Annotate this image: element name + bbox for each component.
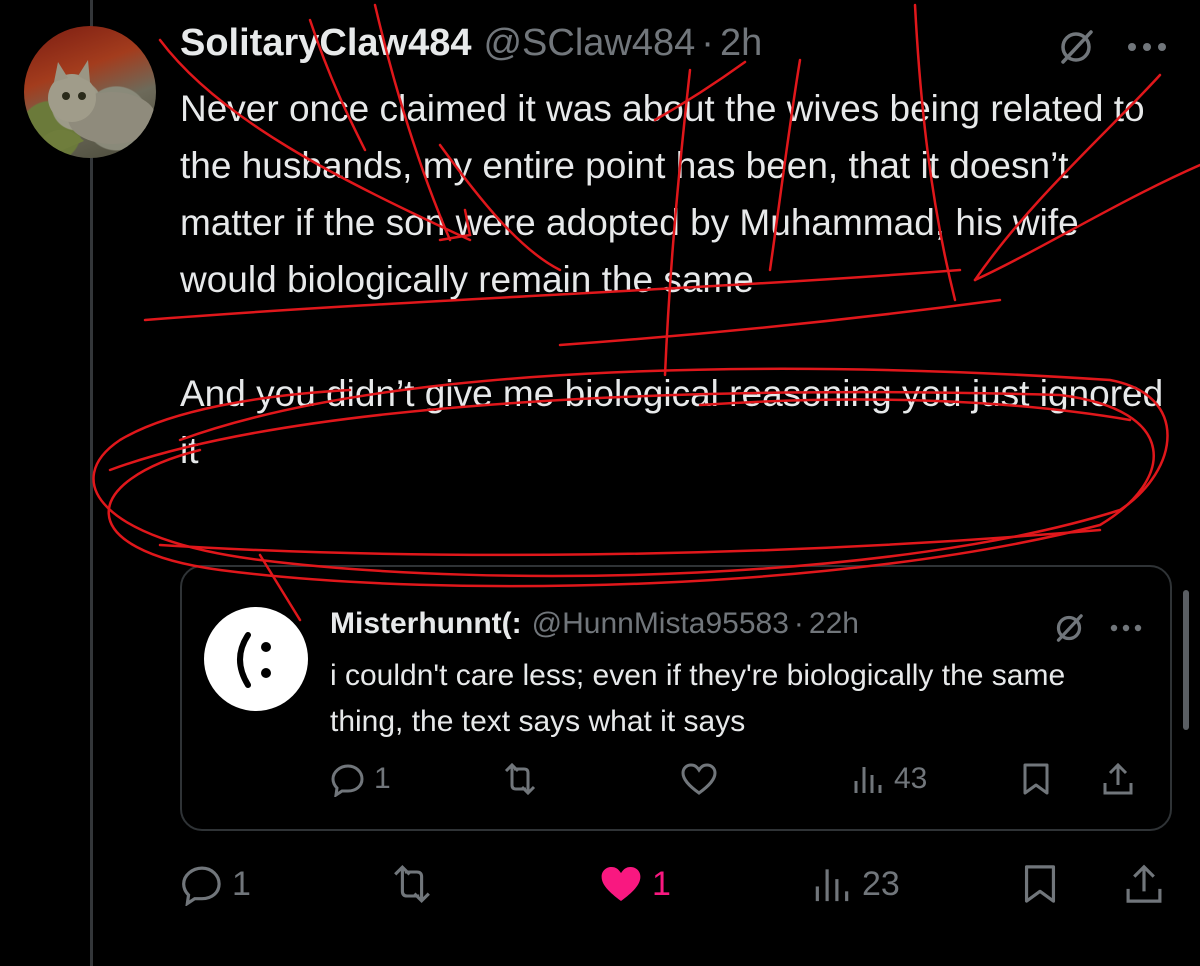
reply-button[interactable]: 1 [180,862,251,906]
views-icon [815,869,849,902]
quote-reply-count: 1 [374,762,391,795]
circle-stroke [158,528,1102,557]
quote-time[interactable]: 22h [809,607,859,641]
quote-views-button[interactable]: 43 [850,761,927,797]
views-count: 23 [862,864,900,903]
post-paragraph-2: And you didn’t give me biological reason… [180,373,1164,471]
repost-icon [394,864,430,904]
avatar[interactable] [24,26,156,158]
sad-face-avatar-icon [237,632,271,688]
repost-button[interactable] [388,862,436,906]
post-header-icons [1055,26,1167,68]
quote-repost-button[interactable] [500,761,540,797]
quoted-post[interactable]: Misterhunnt(: @HunnMista95583 · 22h i co… [180,565,1172,831]
quote-views-count: 43 [894,762,928,795]
views-icon [854,767,882,793]
post-header: SolitaryClaw484 @SClaw484 · 2h [180,22,762,70]
grok-icon[interactable] [1055,26,1097,68]
quote-bookmark-button[interactable] [1020,761,1052,797]
reply-count: 1 [232,864,251,903]
author-name[interactable]: SolitaryClaw484 [180,22,471,65]
share-icon [1126,864,1162,903]
bookmark-icon [1023,763,1049,795]
quote-more-icon[interactable] [1110,623,1142,633]
quote-header: Misterhunnt(: @HunnMista95583 · 22h [330,607,859,641]
share-button[interactable] [1122,862,1166,906]
reply-icon [182,866,221,906]
quote-author-handle[interactable]: @HunnMista95583 [532,607,789,641]
quote-like-button[interactable] [680,761,718,797]
quote-header-icons [1052,611,1142,645]
quote-separator-dot: · [793,607,804,640]
quote-reply-button[interactable]: 1 [330,761,391,797]
post-body: Never once claimed it was about the wive… [180,80,1170,479]
like-button[interactable]: 1 [598,862,671,906]
bookmark-button[interactable] [1020,862,1060,906]
separator-dot: · [701,22,714,64]
cat-avatar-image [44,60,156,158]
repost-icon [504,762,536,796]
post-time[interactable]: 2h [720,22,762,65]
bookmark-icon [1024,865,1056,903]
quote-action-bar: 1 43 [330,761,1150,805]
quote-avatar[interactable] [204,607,308,711]
heart-filled-icon [601,867,641,901]
share-icon [1103,762,1133,795]
post-paragraph-1: Never once claimed it was about the wive… [180,88,1145,300]
scrollbar[interactable] [1183,590,1189,730]
views-button[interactable]: 23 [810,862,900,906]
quote-author-name[interactable]: Misterhunnt(: [330,607,522,641]
quote-body: i couldn't care less; even if they're bi… [330,659,1066,738]
heart-icon [681,763,717,795]
quote-grok-icon[interactable] [1052,611,1086,645]
author-handle[interactable]: @SClaw484 [483,22,695,65]
reply-icon [331,764,364,797]
post-action-bar: 1 1 23 [180,856,1170,912]
more-icon[interactable] [1127,41,1167,53]
like-count: 1 [652,864,671,903]
quote-share-button[interactable] [1100,761,1136,797]
